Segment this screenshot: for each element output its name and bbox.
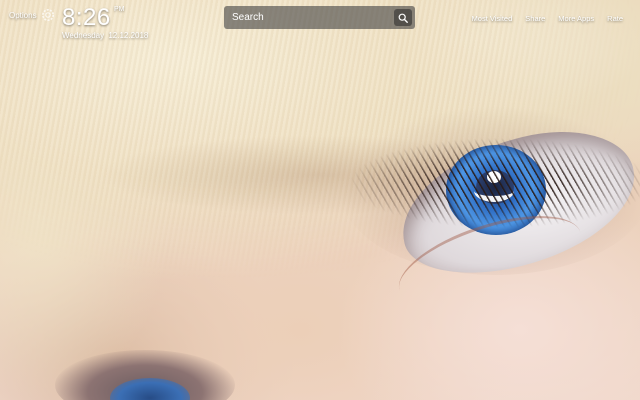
search-button[interactable]: [394, 9, 412, 26]
search-icon: [398, 13, 408, 23]
more-apps-link[interactable]: More Apps: [558, 14, 594, 23]
new-tab-page: Options 8:26 PM Wednesday 12.12.2018 Mos…: [0, 0, 640, 400]
gear-icon[interactable]: [41, 8, 55, 22]
most-visited-link[interactable]: Most Visited: [472, 14, 513, 23]
share-link[interactable]: Share: [525, 14, 545, 23]
clock-time: 8:26: [62, 4, 111, 31]
clock-ampm: PM: [114, 6, 125, 13]
clock-date: Wednesday 12.12.2018: [62, 31, 149, 40]
top-links: Most Visited Share More Apps Rate: [459, 14, 623, 23]
search-input[interactable]: [232, 9, 382, 26]
overlay-ui: Options 8:26 PM Wednesday 12.12.2018 Mos…: [0, 0, 640, 400]
search-bar: [224, 6, 415, 29]
rate-link[interactable]: Rate: [607, 14, 623, 23]
options-link[interactable]: Options: [9, 11, 37, 20]
